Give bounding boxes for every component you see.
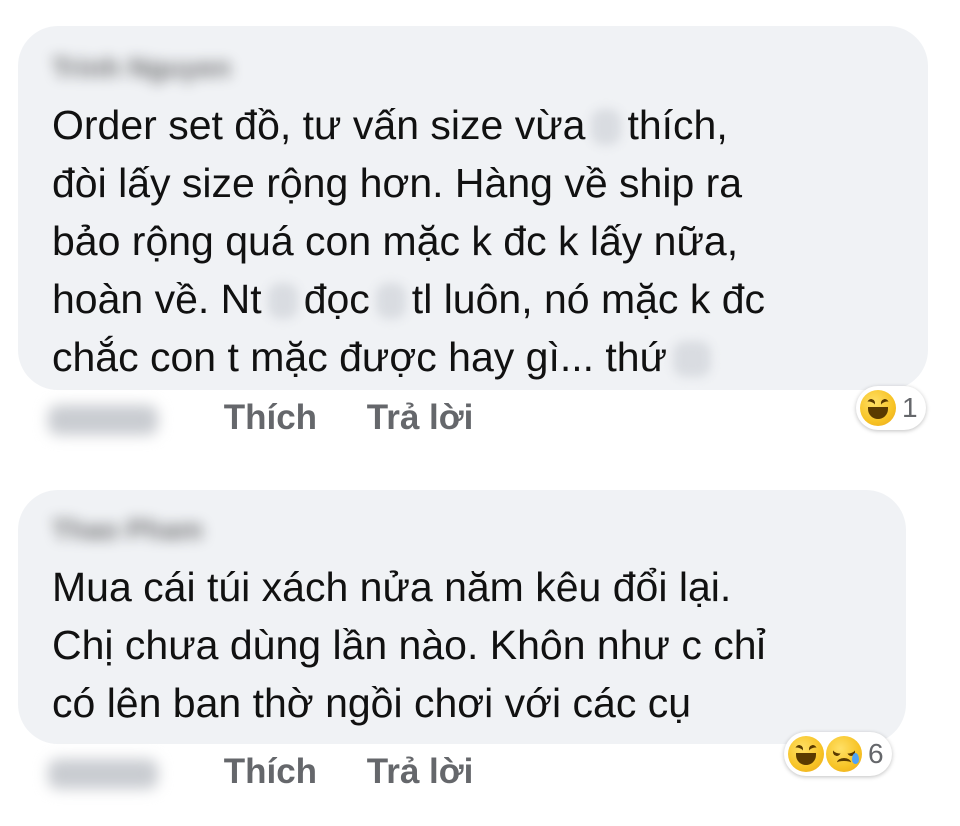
sad-emoji-icon xyxy=(826,736,862,772)
comment-item: Thao Pham Mua cái túi xách nửa năm kêu đ… xyxy=(0,470,960,826)
comment-text-line: Mua cái túi xách nửa năm kêu đổi lại. xyxy=(52,564,732,610)
comment-actions: Thích Trả lời xyxy=(48,398,513,438)
comment-text-line: chắc con t mặc được hay gì... thứ xyxy=(52,328,912,386)
text-segment: đọc xyxy=(303,276,370,322)
like-button[interactable]: Thích xyxy=(224,398,317,438)
redacted-text xyxy=(673,341,712,377)
comment-author[interactable]: Trinh Nguyen xyxy=(52,52,231,84)
haha-emoji-icon xyxy=(860,390,896,426)
reaction-count: 1 xyxy=(902,392,918,423)
comment-text-line: Chị chưa dùng lần nào. Khôn như c chỉ xyxy=(52,622,766,668)
comment-text-line: hoàn về. Nt đọc tl luôn, nó mặc k đc xyxy=(52,270,912,328)
reaction-count: 6 xyxy=(868,738,884,769)
comment-text-line: Order set đồ, tư vấn size vừa thích, xyxy=(52,96,912,154)
text-segment: tl luôn, nó mặc k đc xyxy=(411,276,766,322)
comment-text: Mua cái túi xách nửa năm kêu đổi lại. Ch… xyxy=(52,558,892,732)
like-button[interactable]: Thích xyxy=(224,752,317,792)
reaction-summary[interactable]: 1 xyxy=(856,386,926,430)
comment-timestamp[interactable] xyxy=(48,758,158,789)
comment-bubble: Thao Pham Mua cái túi xách nửa năm kêu đ… xyxy=(18,490,906,744)
haha-emoji-icon xyxy=(788,736,824,772)
comment-actions: Thích Trả lời xyxy=(48,752,513,792)
redacted-text xyxy=(267,283,298,319)
comment-text-line: có lên ban thờ ngồi chơi với các cụ xyxy=(52,680,692,726)
comment-timestamp[interactable] xyxy=(48,404,158,435)
redacted-text xyxy=(375,283,406,319)
reply-button[interactable]: Trả lời xyxy=(367,752,474,792)
text-segment: thích, xyxy=(627,102,728,148)
comment-author[interactable]: Thao Pham xyxy=(52,514,203,546)
reaction-summary[interactable]: 6 xyxy=(784,732,892,776)
comment-item: Trinh Nguyen Order set đồ, tư vấn size v… xyxy=(0,0,960,460)
comment-bubble: Trinh Nguyen Order set đồ, tư vấn size v… xyxy=(18,26,928,390)
text-segment: Order set đồ, tư vấn size vừa xyxy=(52,102,586,148)
reply-button[interactable]: Trả lời xyxy=(367,398,474,438)
comment-text: Order set đồ, tư vấn size vừa thích, đòi … xyxy=(52,96,912,386)
text-segment: hoàn về. Nt xyxy=(52,276,262,322)
redacted-text xyxy=(591,109,622,145)
comment-text-line: bảo rộng quá con mặc k đc k lấy nữa, xyxy=(52,218,739,264)
text-segment: chắc con t mặc được hay gì... thứ xyxy=(52,334,668,380)
comment-text-line: đòi lấy size rộng hơn. Hàng về ship ra xyxy=(52,160,743,206)
